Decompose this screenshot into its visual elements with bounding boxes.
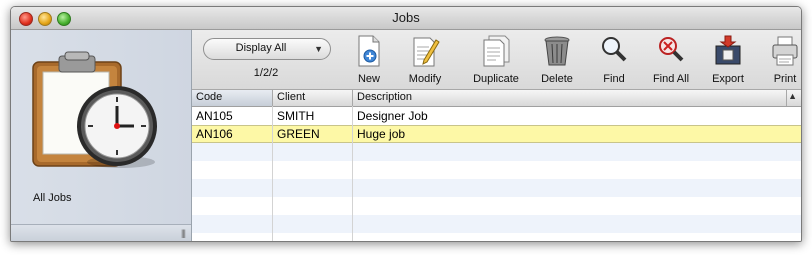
empty-row	[192, 215, 801, 233]
cell-client: SMITH	[277, 109, 315, 123]
modify-button-label: Modify	[408, 73, 442, 85]
export-icon	[715, 35, 741, 65]
find-all-icon	[659, 37, 684, 62]
table-header: Code Client Description ▲	[192, 90, 801, 107]
toolbar: Display All ▼ 1/2/2 New Modify Duplicate…	[192, 30, 801, 90]
print-button-label: Print	[773, 73, 797, 85]
jobs-table: Code Client Description ▲ AN105 SMITH De…	[192, 90, 801, 241]
table-row-selected[interactable]: AN106 GREEN Huge job	[192, 125, 801, 143]
window-title: Jobs	[392, 10, 420, 25]
cell-description: Huge job	[357, 127, 406, 141]
sort-order-icon[interactable]: ▲	[788, 91, 797, 101]
column-gridline	[352, 106, 353, 241]
new-document-icon	[358, 35, 380, 67]
column-gridline	[272, 106, 273, 241]
duplicate-icon	[483, 35, 510, 67]
sidebar-resize-bar: |||	[11, 224, 191, 241]
empty-row	[192, 179, 801, 197]
cell-client: GREEN	[277, 127, 320, 141]
empty-row	[192, 143, 801, 161]
title-bar[interactable]: Jobs	[11, 7, 801, 30]
cell-code: AN105	[196, 109, 233, 123]
display-filter-popup[interactable]: Display All ▼	[203, 38, 331, 60]
empty-row	[192, 233, 801, 241]
resize-handle-icon[interactable]: |||	[181, 228, 186, 238]
printer-icon	[772, 36, 798, 66]
clipboard-clock-icon	[32, 51, 157, 168]
jobs-window: Jobs All Jobs ||| Display All ▼ 1/2/2 Ne…	[10, 6, 802, 242]
record-count: 1/2/2	[253, 67, 279, 79]
column-divider	[786, 90, 787, 106]
duplicate-button[interactable]: Duplicate	[466, 32, 526, 86]
chevron-down-icon: ▼	[314, 44, 323, 54]
table-row[interactable]: AN105 SMITH Designer Job	[192, 107, 801, 125]
edit-document-icon	[413, 37, 440, 67]
column-header-code[interactable]: Code	[192, 91, 222, 103]
cell-description: Designer Job	[357, 109, 428, 123]
magnifier-icon	[602, 37, 627, 62]
empty-row	[192, 197, 801, 215]
modify-button[interactable]: Modify	[395, 32, 455, 86]
display-filter-label: Display All	[235, 42, 287, 54]
cell-code: AN106	[196, 127, 233, 141]
column-header-description[interactable]: Description	[353, 91, 412, 103]
sidebar: All Jobs |||	[11, 30, 192, 241]
print-button[interactable]: Print	[755, 32, 801, 86]
trash-icon	[544, 36, 570, 66]
sidebar-item-all-jobs[interactable]: All Jobs	[33, 192, 72, 204]
column-header-client[interactable]: Client	[273, 91, 305, 103]
empty-row	[192, 161, 801, 179]
